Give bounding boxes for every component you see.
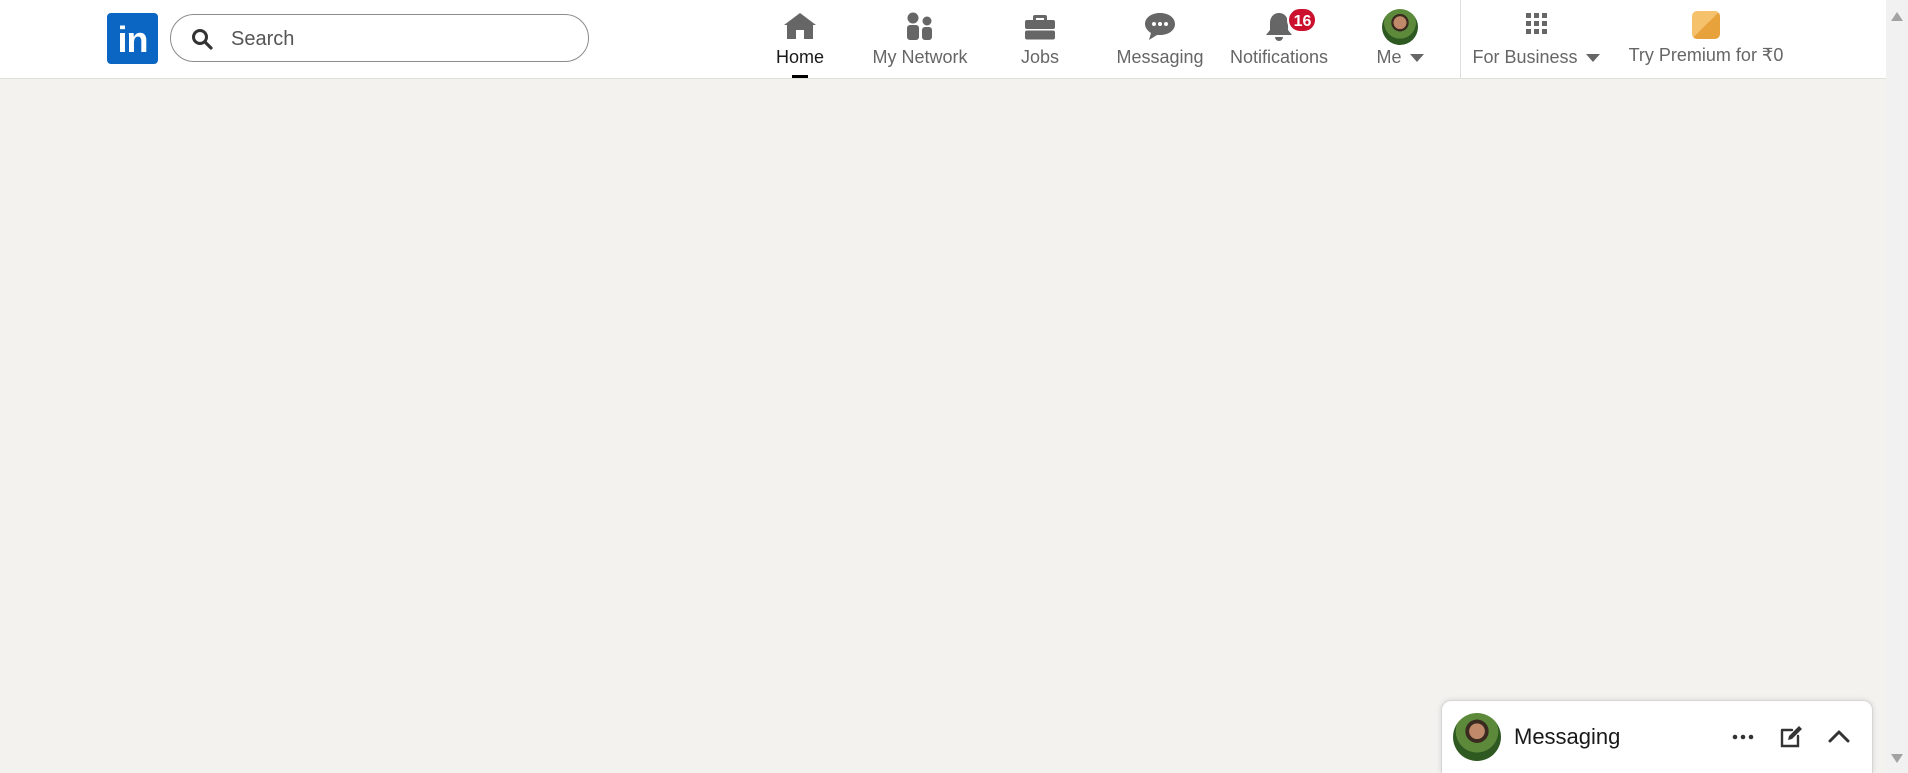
grid-icon [1518,10,1554,42]
active-indicator [792,75,808,78]
expand-messaging-button[interactable] [1821,719,1857,755]
nav-for-business[interactable]: For Business [1470,0,1602,78]
search-icon [191,28,213,50]
more-options-button[interactable] [1725,719,1761,755]
avatar [1453,713,1501,761]
nav-try-premium-label: Try Premium for ₹0 [1628,45,1784,65]
home-icon [782,10,818,42]
ellipsis-icon [1725,719,1761,755]
chevron-down-icon [1409,53,1424,63]
nav-for-business-label: For Business [1472,47,1578,67]
chevron-up-icon [1821,719,1857,755]
nav-notifications-label: Notifications [1229,47,1329,67]
nav-try-premium[interactable]: Try Premium for ₹0 [1618,0,1794,78]
scroll-down-arrow-icon[interactable] [1891,754,1903,763]
nav-my-network[interactable]: My Network [866,0,974,78]
page-scrollbar[interactable] [1886,0,1908,773]
main-feed-area [0,79,1886,773]
nav-home[interactable]: Home [760,0,840,78]
nav-divider [1460,0,1461,78]
chat-icon [1142,10,1178,42]
search-input[interactable] [229,23,573,55]
people-icon [902,10,938,42]
briefcase-icon [1022,10,1058,42]
nav-messaging[interactable]: Messaging [1110,0,1210,78]
nav-notifications[interactable]: 16 Notifications [1226,0,1332,78]
compose-icon [1773,719,1809,755]
nav-me-label: Me [1376,47,1402,67]
messaging-overlay[interactable]: Messaging [1441,700,1873,773]
nav-my-network-label: My Network [872,47,968,67]
avatar [1382,9,1418,45]
nav-for-business-label-wrap: For Business [1470,47,1602,68]
notification-count-badge: 16 [1287,7,1318,33]
nav-messaging-label: Messaging [1116,47,1204,67]
nav-me-label-wrap: Me [1355,47,1445,68]
nav-me[interactable]: Me [1355,0,1445,78]
linkedin-logo[interactable]: in [107,13,158,64]
nav-jobs-label: Jobs [1020,47,1060,67]
compose-message-button[interactable] [1773,719,1809,755]
nav-home-label: Home [775,47,824,67]
nav-jobs[interactable]: Jobs [1004,0,1076,78]
chevron-down-icon [1585,53,1600,63]
scroll-up-arrow-icon[interactable] [1891,12,1903,21]
global-nav: in Home My Network [0,0,1886,79]
search-bar[interactable] [170,14,589,62]
premium-icon [1692,11,1720,39]
messaging-overlay-title: Messaging [1514,724,1621,749]
